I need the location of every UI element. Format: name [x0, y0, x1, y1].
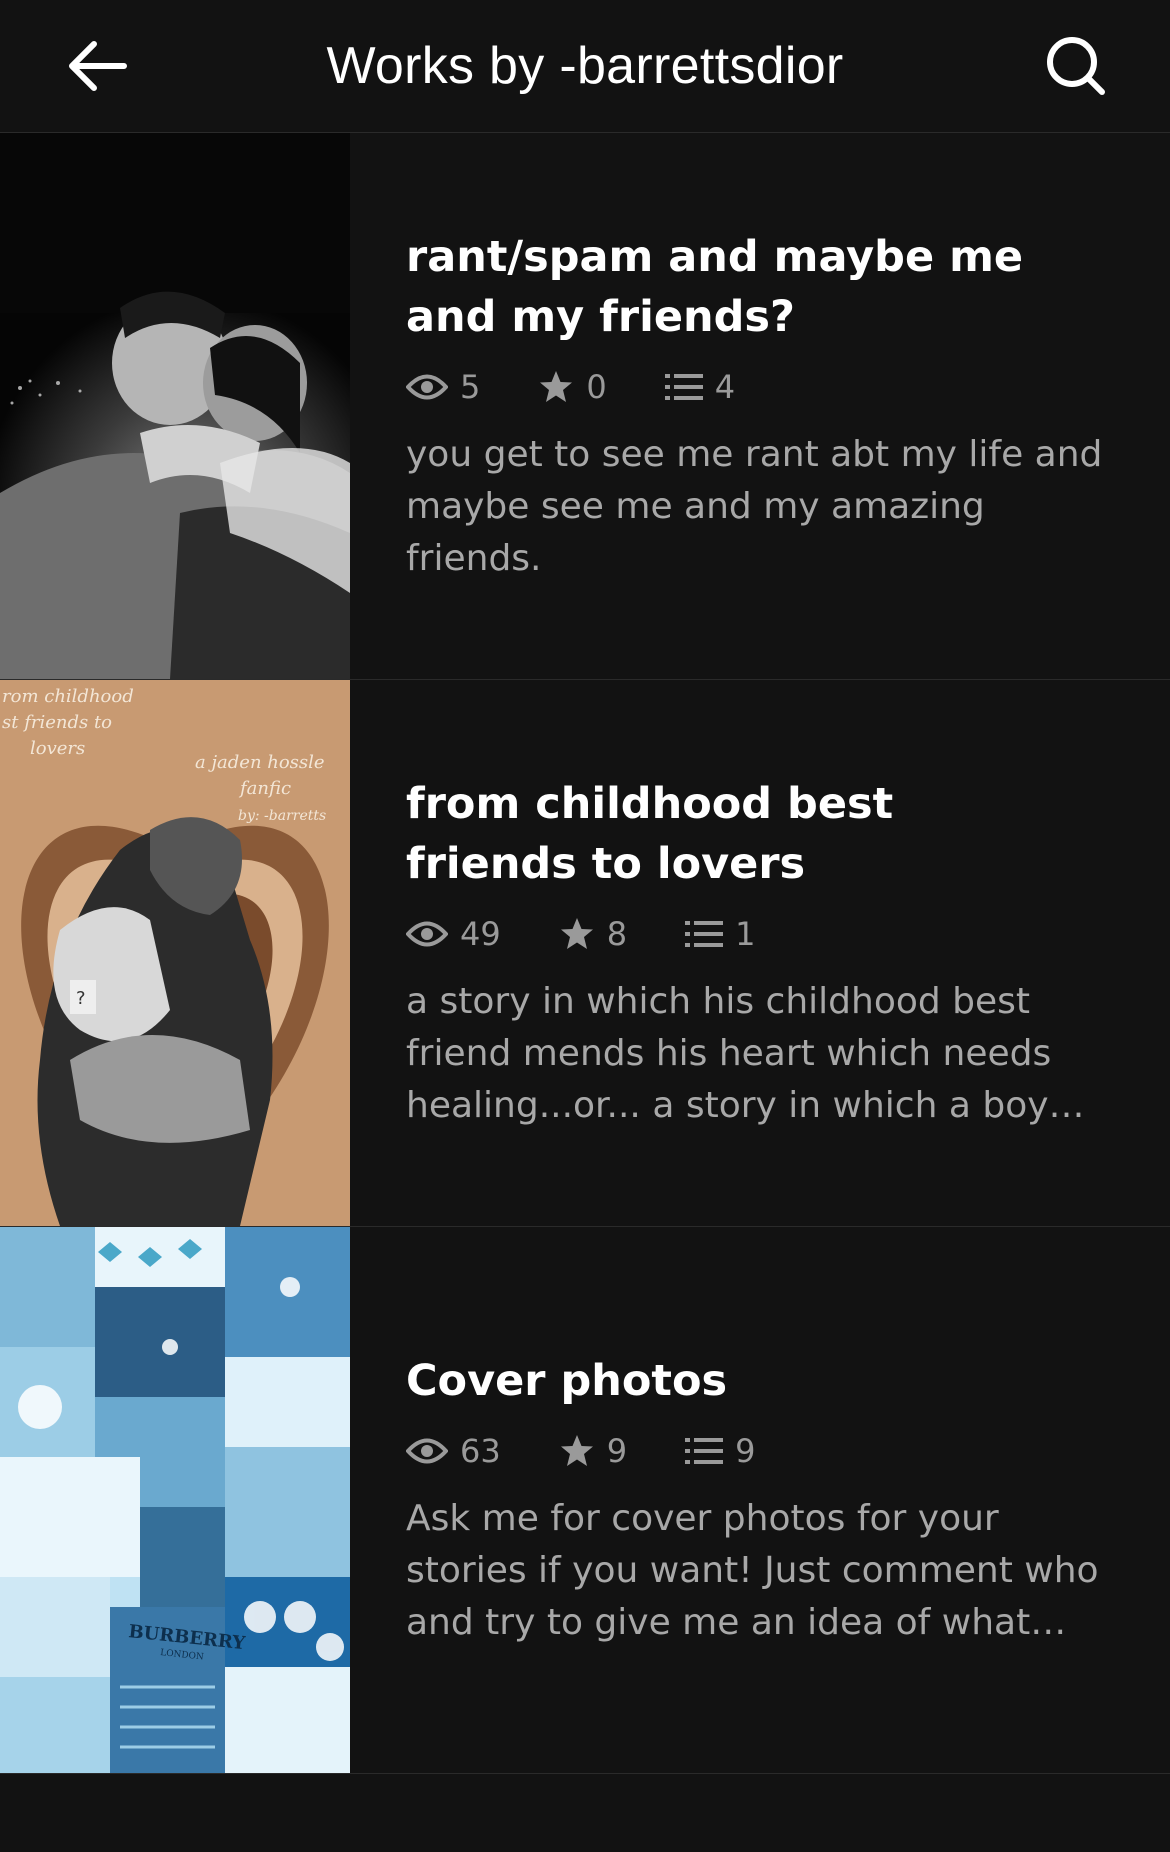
story-list: rant/spam and maybe me and my friends? 5… [0, 133, 1170, 1774]
story-info: Cover photos 63 9 9 Ask me for cover pho… [406, 1227, 1114, 1773]
reads-count: 63 [460, 1432, 501, 1470]
cover-text: by: -barretts [238, 808, 326, 824]
story-item[interactable]: rom childhood st friends to lovers a jad… [0, 680, 1170, 1227]
reads-stat: 63 [406, 1432, 501, 1470]
parts-count: 1 [735, 915, 756, 953]
back-button[interactable] [60, 28, 136, 104]
parts-count: 4 [714, 368, 736, 406]
cover-text: lovers [30, 738, 85, 759]
cover-text: fanfic [238, 778, 291, 799]
cover-image-heart-couple: rom childhood st friends to lovers a jad… [0, 680, 350, 1226]
story-description: you get to see me rant abt my life and m… [406, 434, 1103, 579]
list-icon [664, 372, 703, 402]
reads-count: 49 [460, 915, 501, 953]
cover-image-blue-collage: BURBERRY LONDON [0, 1227, 350, 1773]
votes-stat: 9 [559, 1432, 627, 1470]
story-item[interactable]: BURBERRY LONDON Cover photos 63 9 9 Ask … [0, 1227, 1170, 1774]
top-bar: Works by -barrettsdior [0, 0, 1170, 133]
votes-count: 0 [586, 368, 607, 406]
search-icon [1047, 37, 1105, 95]
votes-stat: 0 [538, 368, 607, 406]
story-stats: 49 8 1 [406, 906, 1114, 962]
bottom-area [0, 1776, 1170, 1852]
story-stats: 63 9 9 [406, 1423, 1114, 1479]
reads-stat: 49 [406, 915, 501, 953]
reads-stat: 5 [406, 368, 480, 406]
eye-icon [406, 372, 448, 402]
star-icon [559, 1434, 595, 1468]
story-title[interactable]: from childhood best friends to lovers [406, 774, 1046, 894]
parts-stat: 4 [664, 368, 736, 406]
star-icon [559, 917, 595, 951]
story-info: rant/spam and maybe me and my friends? 5… [406, 133, 1114, 679]
arrow-left-icon [69, 41, 127, 91]
story-title[interactable]: Cover photos [406, 1351, 1046, 1411]
parts-stat: 1 [685, 915, 755, 953]
cover-text: rom childhood [2, 686, 134, 707]
star-icon [538, 370, 574, 404]
parts-stat: 9 [685, 1432, 755, 1470]
votes-count: 8 [606, 915, 628, 953]
page-title: Works by -barrettsdior [326, 37, 844, 95]
reads-count: 5 [460, 368, 481, 406]
story-info: from childhood best friends to lovers 49… [406, 680, 1114, 1226]
svg-text:?: ? [76, 988, 86, 1009]
search-button[interactable] [1038, 28, 1114, 104]
eye-icon [406, 1436, 448, 1466]
story-cover[interactable]: rom childhood st friends to lovers a jad… [0, 680, 350, 1226]
story-stats: 5 0 4 [406, 359, 1114, 415]
story-description: Ask me for cover photos for your stories… [406, 1498, 1099, 1643]
cover-text: a jaden hossle [195, 752, 325, 773]
cover-image-couple-night [0, 133, 350, 679]
votes-stat: 8 [559, 915, 627, 953]
story-item[interactable]: rant/spam and maybe me and my friends? 5… [0, 133, 1170, 680]
story-cover[interactable]: BURBERRY LONDON [0, 1227, 350, 1773]
eye-icon [406, 919, 448, 949]
story-cover[interactable] [0, 133, 350, 679]
list-icon [685, 1436, 724, 1466]
story-description: a story in which his childhood best frie… [406, 981, 1052, 1126]
story-title[interactable]: rant/spam and maybe me and my friends? [406, 227, 1046, 347]
votes-count: 9 [606, 1432, 628, 1470]
parts-count: 9 [735, 1432, 756, 1470]
list-icon [685, 919, 724, 949]
cover-text: st friends to [2, 712, 112, 733]
